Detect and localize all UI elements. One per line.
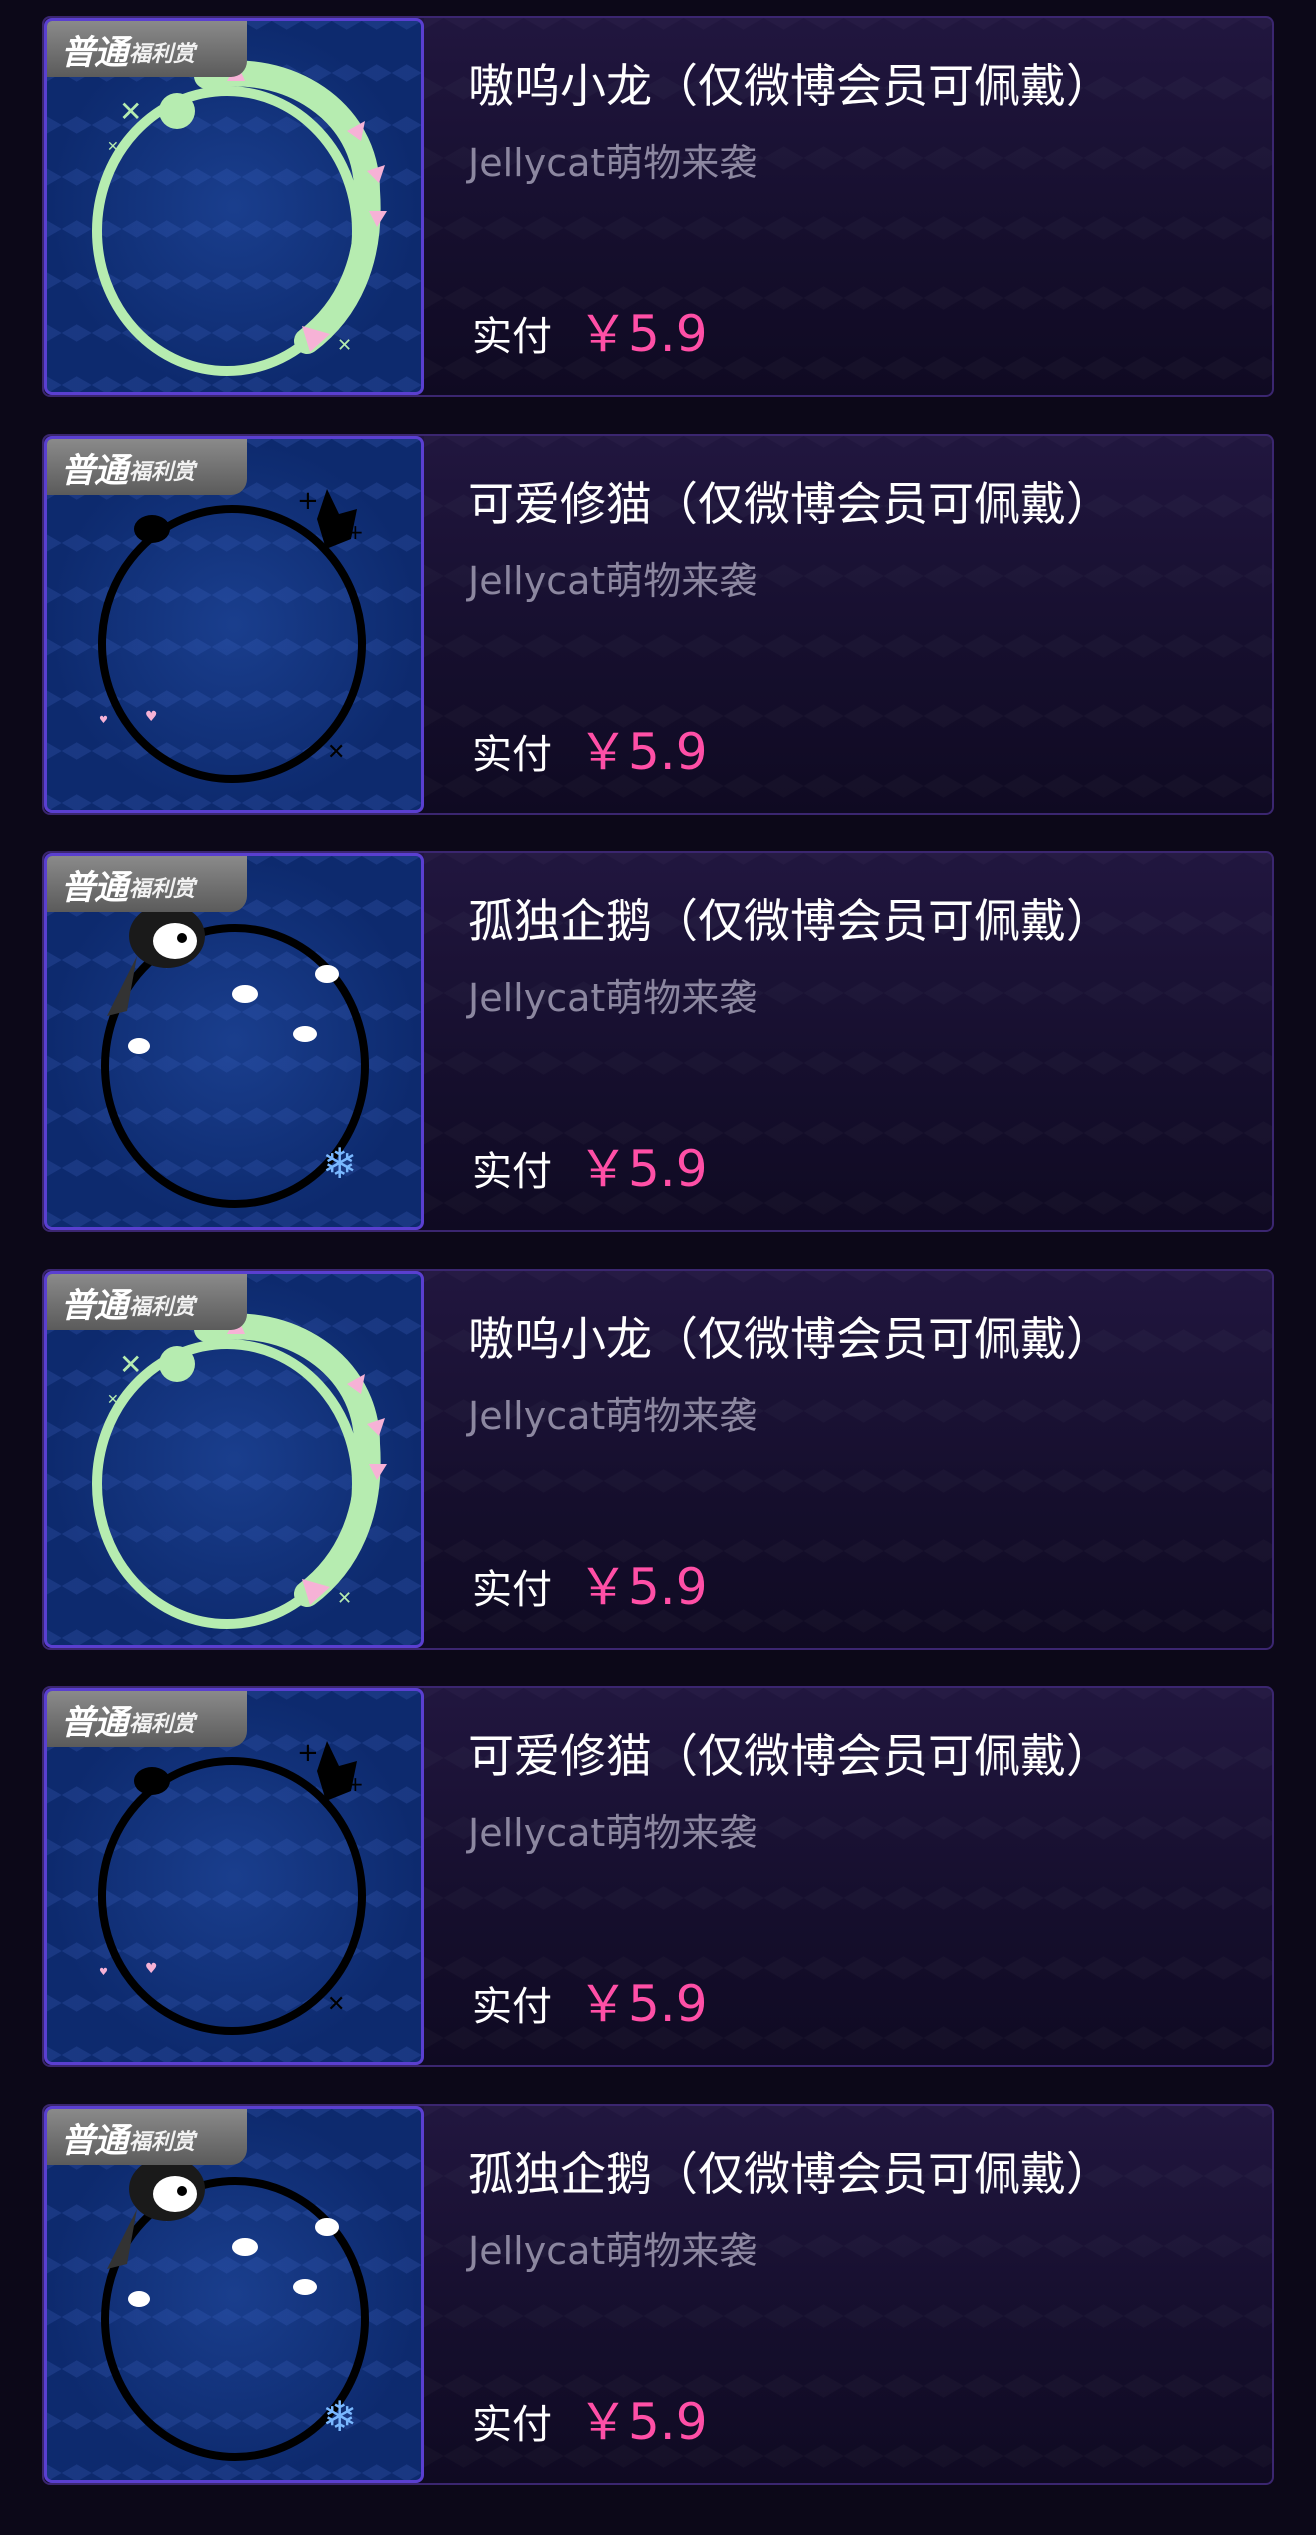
svg-text:✕: ✕ bbox=[107, 139, 119, 155]
badge-main-label: 普通 bbox=[61, 32, 128, 73]
welfare-badge: 普通 福利赏 bbox=[47, 856, 247, 912]
svg-text:✕: ✕ bbox=[327, 1992, 345, 2017]
item-subtitle: Jellycat萌物来袭 bbox=[468, 1394, 758, 1438]
badge-main-label: 普通 bbox=[61, 1702, 128, 1743]
welfare-badge: 普通 福利赏 bbox=[47, 2109, 247, 2165]
list-item[interactable]: 普通 福利赏 ❄ 孤独企鹅（仅微博会员可佩戴） Jellycat萌物来袭 实付 … bbox=[42, 851, 1274, 1232]
frame-list: 普通 福利赏 ✕ ✕ ✕ 嗷呜小龙（仅微博会员可佩戴） Jellycat萌物来袭… bbox=[0, 0, 1316, 2535]
svg-text:❄: ❄ bbox=[322, 1139, 357, 1188]
svg-text:♥: ♥ bbox=[99, 715, 108, 726]
item-title: 嗷呜小龙（仅微博会员可佩戴） bbox=[468, 59, 1112, 113]
welfare-badge: 普通 福利赏 bbox=[47, 1691, 247, 1747]
pay-label: 实付 bbox=[472, 314, 552, 360]
pay-label: 实付 bbox=[472, 1149, 552, 1195]
svg-text:✕: ✕ bbox=[119, 1348, 142, 1381]
badge-sub-label: 福利赏 bbox=[129, 460, 196, 485]
svg-text:✕: ✕ bbox=[119, 95, 142, 128]
avatar-frame-thumbnail[interactable]: 普通 福利赏 + + ✕ ♥ ♥ bbox=[44, 436, 424, 813]
list-item[interactable]: 普通 福利赏 + + ✕ ♥ ♥ 可爱修猫（仅微博会员可佩戴） Jellycat… bbox=[42, 1686, 1274, 2067]
welfare-badge: 普通 福利赏 bbox=[47, 439, 247, 495]
welfare-badge: 普通 福利赏 bbox=[47, 21, 247, 77]
svg-text:✕: ✕ bbox=[107, 1392, 119, 1408]
avatar-frame-thumbnail[interactable]: 普通 福利赏 ✕ ✕ ✕ bbox=[44, 1271, 424, 1648]
pay-label: 实付 bbox=[472, 1984, 552, 2030]
svg-text:✕: ✕ bbox=[337, 1588, 352, 1609]
svg-text:✕: ✕ bbox=[327, 740, 345, 765]
pay-label: 实付 bbox=[472, 1567, 552, 1613]
svg-text:+: + bbox=[347, 1772, 364, 1796]
svg-text:♥: ♥ bbox=[145, 709, 158, 725]
price: ￥5.9 bbox=[578, 1140, 708, 1198]
pay-label: 实付 bbox=[472, 2402, 552, 2448]
list-item[interactable]: 普通 福利赏 ✕ ✕ ✕ 嗷呜小龙（仅微博会员可佩戴） Jellycat萌物来袭… bbox=[42, 1269, 1274, 1650]
list-item[interactable]: 普通 福利赏 + + ✕ ♥ ♥ 可爱修猫（仅微博会员可佩戴） Jellycat… bbox=[42, 434, 1274, 815]
badge-sub-label: 福利赏 bbox=[129, 1295, 196, 1320]
badge-main-label: 普通 bbox=[61, 2120, 128, 2161]
item-subtitle: Jellycat萌物来袭 bbox=[468, 2229, 758, 2273]
price: ￥5.9 bbox=[578, 1975, 708, 2033]
item-title: 孤独企鹅（仅微博会员可佩戴） bbox=[468, 894, 1112, 948]
avatar-frame-thumbnail[interactable]: 普通 福利赏 ❄ bbox=[44, 853, 424, 1230]
svg-text:♥: ♥ bbox=[99, 1967, 108, 1978]
svg-text:+: + bbox=[297, 1738, 319, 1768]
avatar-frame-thumbnail[interactable]: 普通 福利赏 ❄ bbox=[44, 2106, 424, 2483]
pay-label: 实付 bbox=[472, 732, 552, 778]
price: ￥5.9 bbox=[578, 2393, 708, 2451]
badge-sub-label: 福利赏 bbox=[129, 42, 196, 67]
item-subtitle: Jellycat萌物来袭 bbox=[468, 976, 758, 1020]
avatar-frame-thumbnail[interactable]: 普通 福利赏 ✕ ✕ ✕ bbox=[44, 18, 424, 395]
badge-main-label: 普通 bbox=[61, 450, 128, 491]
item-title: 可爱修猫（仅微博会员可佩戴） bbox=[468, 1729, 1112, 1783]
price: ￥5.9 bbox=[578, 723, 708, 781]
item-subtitle: Jellycat萌物来袭 bbox=[468, 559, 758, 603]
item-subtitle: Jellycat萌物来袭 bbox=[468, 141, 758, 185]
badge-main-label: 普通 bbox=[61, 1285, 128, 1326]
svg-text:❄: ❄ bbox=[322, 2392, 357, 2441]
list-item[interactable]: 普通 福利赏 ✕ ✕ ✕ 嗷呜小龙（仅微博会员可佩戴） Jellycat萌物来袭… bbox=[42, 16, 1274, 397]
price: ￥5.9 bbox=[578, 305, 708, 363]
badge-sub-label: 福利赏 bbox=[129, 877, 196, 902]
svg-text:✕: ✕ bbox=[337, 335, 352, 356]
item-title: 可爱修猫（仅微博会员可佩戴） bbox=[468, 477, 1112, 531]
welfare-badge: 普通 福利赏 bbox=[47, 1274, 247, 1330]
avatar-frame-thumbnail[interactable]: 普通 福利赏 + + ✕ ♥ ♥ bbox=[44, 1688, 424, 2065]
badge-sub-label: 福利赏 bbox=[129, 2130, 196, 2155]
svg-text:+: + bbox=[347, 520, 364, 544]
badge-main-label: 普通 bbox=[61, 867, 128, 908]
list-item[interactable]: 普通 福利赏 ❄ 孤独企鹅（仅微博会员可佩戴） Jellycat萌物来袭 实付 … bbox=[42, 2104, 1274, 2485]
price: ￥5.9 bbox=[578, 1558, 708, 1616]
item-title: 嗷呜小龙（仅微博会员可佩戴） bbox=[468, 1312, 1112, 1366]
item-subtitle: Jellycat萌物来袭 bbox=[468, 1811, 758, 1855]
badge-sub-label: 福利赏 bbox=[129, 1712, 196, 1737]
svg-text:+: + bbox=[297, 486, 319, 516]
svg-text:♥: ♥ bbox=[145, 1961, 158, 1977]
item-title: 孤独企鹅（仅微博会员可佩戴） bbox=[468, 2147, 1112, 2201]
